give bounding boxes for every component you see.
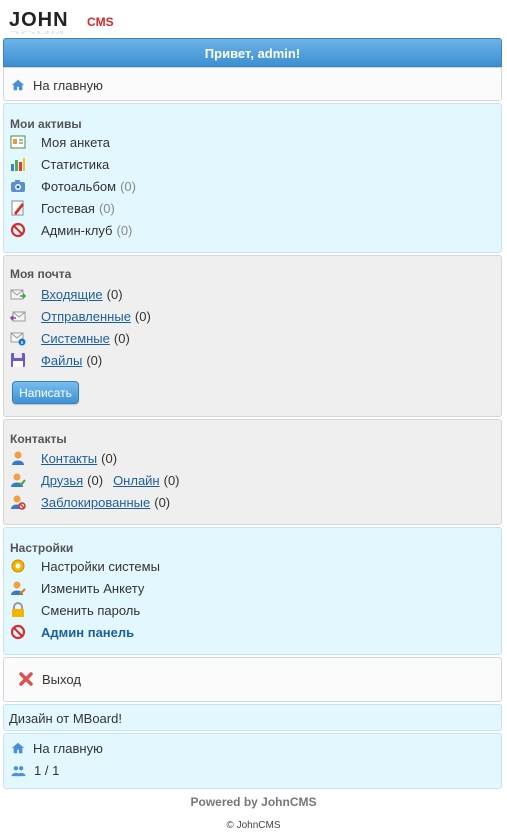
bottom-home-label: На главную xyxy=(33,740,103,756)
stats-item[interactable]: Статистика xyxy=(10,154,109,174)
user-icon xyxy=(12,451,24,465)
online-count-label: 1 / 1 xyxy=(34,762,60,778)
close-icon xyxy=(19,672,33,686)
sent-mail-icon xyxy=(10,311,26,322)
system-mail-count: (0) xyxy=(113,330,130,346)
sent-item: Отправленные (0) xyxy=(10,306,151,326)
sent-link[interactable]: Отправленные xyxy=(41,309,131,324)
change-password-item[interactable]: Сменить пароль xyxy=(10,600,140,620)
files-item: Файлы (0) xyxy=(10,350,102,370)
home-link[interactable]: На главную xyxy=(11,75,103,95)
bottom-nav: На главную 1 / 1 xyxy=(3,733,502,789)
home-icon xyxy=(11,742,25,754)
copyright: © JohnCMS xyxy=(226,820,281,831)
edit-profile-label: Изменить Анкету xyxy=(41,580,145,596)
admin-panel-item[interactable]: Админ панель xyxy=(10,622,134,642)
profile-card-icon xyxy=(10,135,26,149)
edit-profile-item[interactable]: Изменить Анкету xyxy=(10,578,144,598)
online-users[interactable]: 1 / 1 xyxy=(11,760,59,780)
powered-by: Powered by JohnCMS xyxy=(190,795,317,809)
bottom-home-link[interactable]: На главную xyxy=(11,738,103,758)
users-icon xyxy=(11,766,26,777)
blocked-user-icon xyxy=(11,495,26,510)
contacts-link[interactable]: Контакты xyxy=(41,451,97,466)
logo[interactable]: JOHN CMS JOHN xyxy=(9,8,134,36)
admin-club-count: (0) xyxy=(116,222,133,238)
guest-count: (0) xyxy=(98,200,115,216)
system-mail-item: Системные (0) xyxy=(10,328,130,348)
top-nav: На главную xyxy=(3,67,502,101)
contacts-count: (0) xyxy=(101,450,118,466)
inbox-link[interactable]: Входящие xyxy=(41,287,103,302)
greeting-header: Привет, admin! xyxy=(3,38,502,67)
online-count: (0) xyxy=(163,472,180,488)
logo-main: JOHN xyxy=(9,9,69,31)
logo-sub: CMS xyxy=(87,15,114,29)
blocked-item: Заблокированные (0) xyxy=(10,492,170,512)
assets-title: Мои активы xyxy=(10,117,82,131)
album-label: Фотоальбом xyxy=(41,178,117,194)
admin-forbidden-icon xyxy=(10,624,26,640)
friends-item: Друзья (0) Онлайн (0) xyxy=(10,470,180,490)
home-icon xyxy=(11,79,25,91)
logout-item[interactable]: Выход xyxy=(18,669,81,689)
profile-label: Моя анкета xyxy=(41,134,110,150)
stats-label: Статистика xyxy=(41,156,110,172)
guestbook-icon xyxy=(11,200,24,216)
lock-icon xyxy=(12,602,24,617)
bar-chart-icon xyxy=(11,158,25,171)
design-credit-text: Дизайн от MBoard! xyxy=(9,710,122,726)
settings-title: Настройки xyxy=(10,541,74,555)
settings-section: Настройки Настройки системы Изменить Анк… xyxy=(3,527,502,655)
system-settings-label: Настройки системы xyxy=(41,558,160,574)
mail-section: Моя почта Входящие (0) Отправленные (0) … xyxy=(3,255,502,417)
system-settings-item[interactable]: Настройки системы xyxy=(10,556,160,576)
admin-club-label: Админ-клуб xyxy=(41,222,113,238)
gear-icon xyxy=(11,559,25,573)
guest-item[interactable]: Гостевая (0) xyxy=(10,198,115,218)
online-link[interactable]: Онлайн xyxy=(113,473,160,488)
logout-label: Выход xyxy=(42,671,81,687)
friends-link[interactable]: Друзья xyxy=(41,473,83,488)
files-link[interactable]: Файлы xyxy=(41,353,82,368)
files-count: (0) xyxy=(86,352,103,368)
inbox-item: Входящие (0) xyxy=(10,284,123,304)
admin-club-item[interactable]: Админ-клуб (0) xyxy=(10,220,132,240)
svg-text:JOHN: JOHN xyxy=(9,29,65,34)
contacts-title: Контакты xyxy=(10,432,67,446)
camera-icon xyxy=(11,180,25,192)
inbox-count: (0) xyxy=(106,286,123,302)
album-count: (0) xyxy=(120,178,136,194)
profile-item[interactable]: Моя анкета xyxy=(10,132,110,152)
logout-section: Выход xyxy=(3,657,502,702)
inbox-mail-icon xyxy=(10,289,26,300)
assets-section: Мои активы Моя анкета Статистика Фотоаль… xyxy=(3,103,502,253)
friend-user-icon xyxy=(11,473,26,487)
change-password-label: Сменить пароль xyxy=(41,602,141,618)
design-credit: Дизайн от MBoard! xyxy=(3,704,502,731)
forbidden-icon xyxy=(10,222,26,238)
contacts-section: Контакты Контакты (0) Друзья (0) Онлайн … xyxy=(3,419,502,525)
system-mail-link[interactable]: Системные xyxy=(41,331,110,346)
edit-user-icon xyxy=(11,581,26,595)
home-link-label: На главную xyxy=(33,77,103,93)
write-message-button[interactable]: Написать xyxy=(12,381,79,404)
blocked-link[interactable]: Заблокированные xyxy=(41,495,150,510)
contacts-item: Контакты (0) xyxy=(10,448,117,468)
admin-panel-label: Админ панель xyxy=(41,624,135,640)
friends-count: (0) xyxy=(87,472,104,488)
guest-label: Гостевая xyxy=(41,200,95,216)
system-mail-icon xyxy=(10,332,26,346)
sent-count: (0) xyxy=(134,308,151,324)
album-item[interactable]: Фотоальбом (0) xyxy=(10,176,136,196)
floppy-disk-icon xyxy=(11,353,25,367)
blocked-count: (0) xyxy=(154,494,171,510)
mail-title: Моя почта xyxy=(10,267,72,281)
